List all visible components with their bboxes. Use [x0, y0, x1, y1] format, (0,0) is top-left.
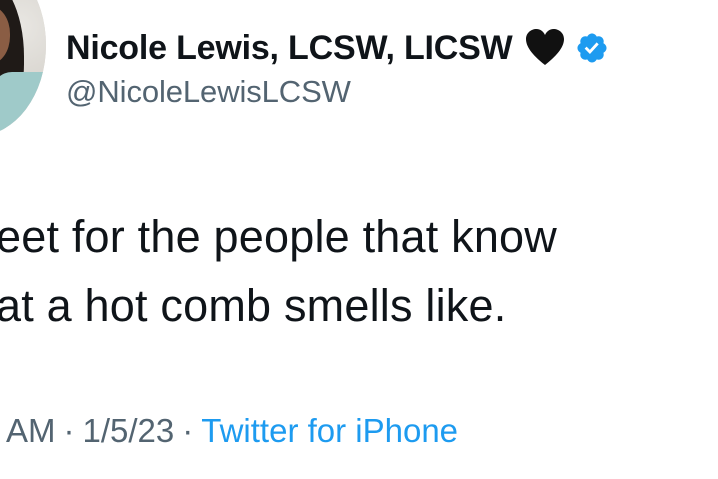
tweet-meta: AM · 1/5/23 · Twitter for iPhone: [6, 412, 458, 450]
display-name[interactable]: Nicole Lewis, LCSW, LICSW: [66, 29, 513, 68]
user-handle[interactable]: @NicoleLewisLCSW: [66, 74, 609, 110]
black-heart-icon: [525, 29, 564, 65]
tweet-time[interactable]: AM: [6, 412, 56, 449]
tweet-date[interactable]: 1/5/23: [83, 412, 175, 449]
tweet-text-line: eet for the people that know: [0, 211, 557, 262]
verified-badge-icon: [576, 33, 607, 63]
name-row: Nicole Lewis, LCSW, LICSW: [66, 26, 609, 70]
tweet-source-link[interactable]: Twitter for iPhone: [201, 412, 458, 449]
tweet-text: eet for the people that know at a hot co…: [0, 202, 557, 340]
tweet-text-line: at a hot comb smells like.: [0, 280, 507, 331]
meta-separator: ·: [63, 412, 75, 449]
avatar[interactable]: [0, 0, 46, 136]
avatar-shirt: [0, 72, 46, 136]
tweet-header: Nicole Lewis, LCSW, LICSW @NicoleLewisLC…: [66, 26, 609, 110]
tweet-card: Nicole Lewis, LCSW, LICSW @NicoleLewisLC…: [0, 0, 718, 479]
meta-separator: ·: [182, 412, 194, 449]
